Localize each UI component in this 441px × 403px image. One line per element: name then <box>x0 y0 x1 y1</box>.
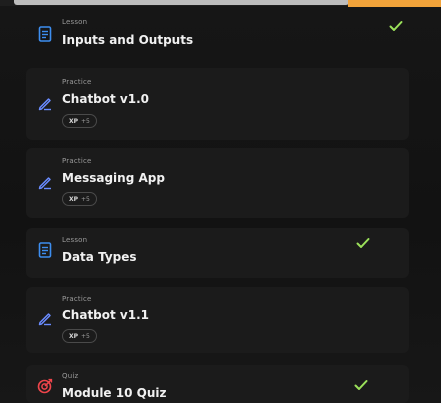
xp-label: XP <box>69 332 79 340</box>
item-kind: Lesson <box>62 236 88 244</box>
pencil-icon <box>38 313 51 326</box>
check-icon <box>356 238 370 248</box>
quiz-item-module-10[interactable]: Quiz Module 10 Quiz <box>26 365 409 403</box>
pencil-icon <box>38 177 51 190</box>
item-kind: Practice <box>62 78 92 86</box>
course-module-screen: Lesson Inputs and Outputs Practice Chatb… <box>0 0 441 403</box>
lesson-item-inputs-and-outputs[interactable]: Lesson Inputs and Outputs <box>26 8 409 58</box>
xp-badge: XP +5 <box>62 329 97 343</box>
document-icon <box>38 242 52 258</box>
practice-item-chatbot-v1-0[interactable]: Practice Chatbot v1.0 XP +5 <box>26 68 409 140</box>
item-title: Data Types <box>62 250 137 264</box>
xp-badge: XP +5 <box>62 192 97 206</box>
check-icon <box>389 21 403 31</box>
item-title: Module 10 Quiz <box>62 386 167 400</box>
top-bar <box>0 0 441 7</box>
item-kind: Quiz <box>62 372 79 380</box>
item-title: Messaging App <box>62 171 165 185</box>
xp-value: +5 <box>81 195 90 203</box>
item-title: Inputs and Outputs <box>62 33 194 47</box>
practice-item-messaging-app[interactable]: Practice Messaging App XP +5 <box>26 148 409 218</box>
xp-label: XP <box>69 117 79 125</box>
xp-value: +5 <box>81 117 90 125</box>
accent-strip <box>348 0 441 7</box>
pencil-icon <box>38 98 51 111</box>
item-kind: Practice <box>62 295 92 303</box>
lesson-item-data-types[interactable]: Lesson Data Types <box>26 228 409 278</box>
document-icon <box>38 26 52 42</box>
practice-item-chatbot-v1-1[interactable]: Practice Chatbot v1.1 XP +5 <box>26 287 409 353</box>
check-icon <box>354 380 368 390</box>
target-icon <box>37 378 53 394</box>
item-title: Chatbot v1.1 <box>62 308 150 322</box>
xp-value: +5 <box>81 332 90 340</box>
xp-label: XP <box>69 195 79 203</box>
xp-badge: XP +5 <box>62 114 97 128</box>
item-title: Chatbot v1.0 <box>62 92 150 106</box>
item-kind: Lesson <box>62 18 88 26</box>
item-kind: Practice <box>62 157 92 165</box>
progress-track <box>14 0 349 5</box>
